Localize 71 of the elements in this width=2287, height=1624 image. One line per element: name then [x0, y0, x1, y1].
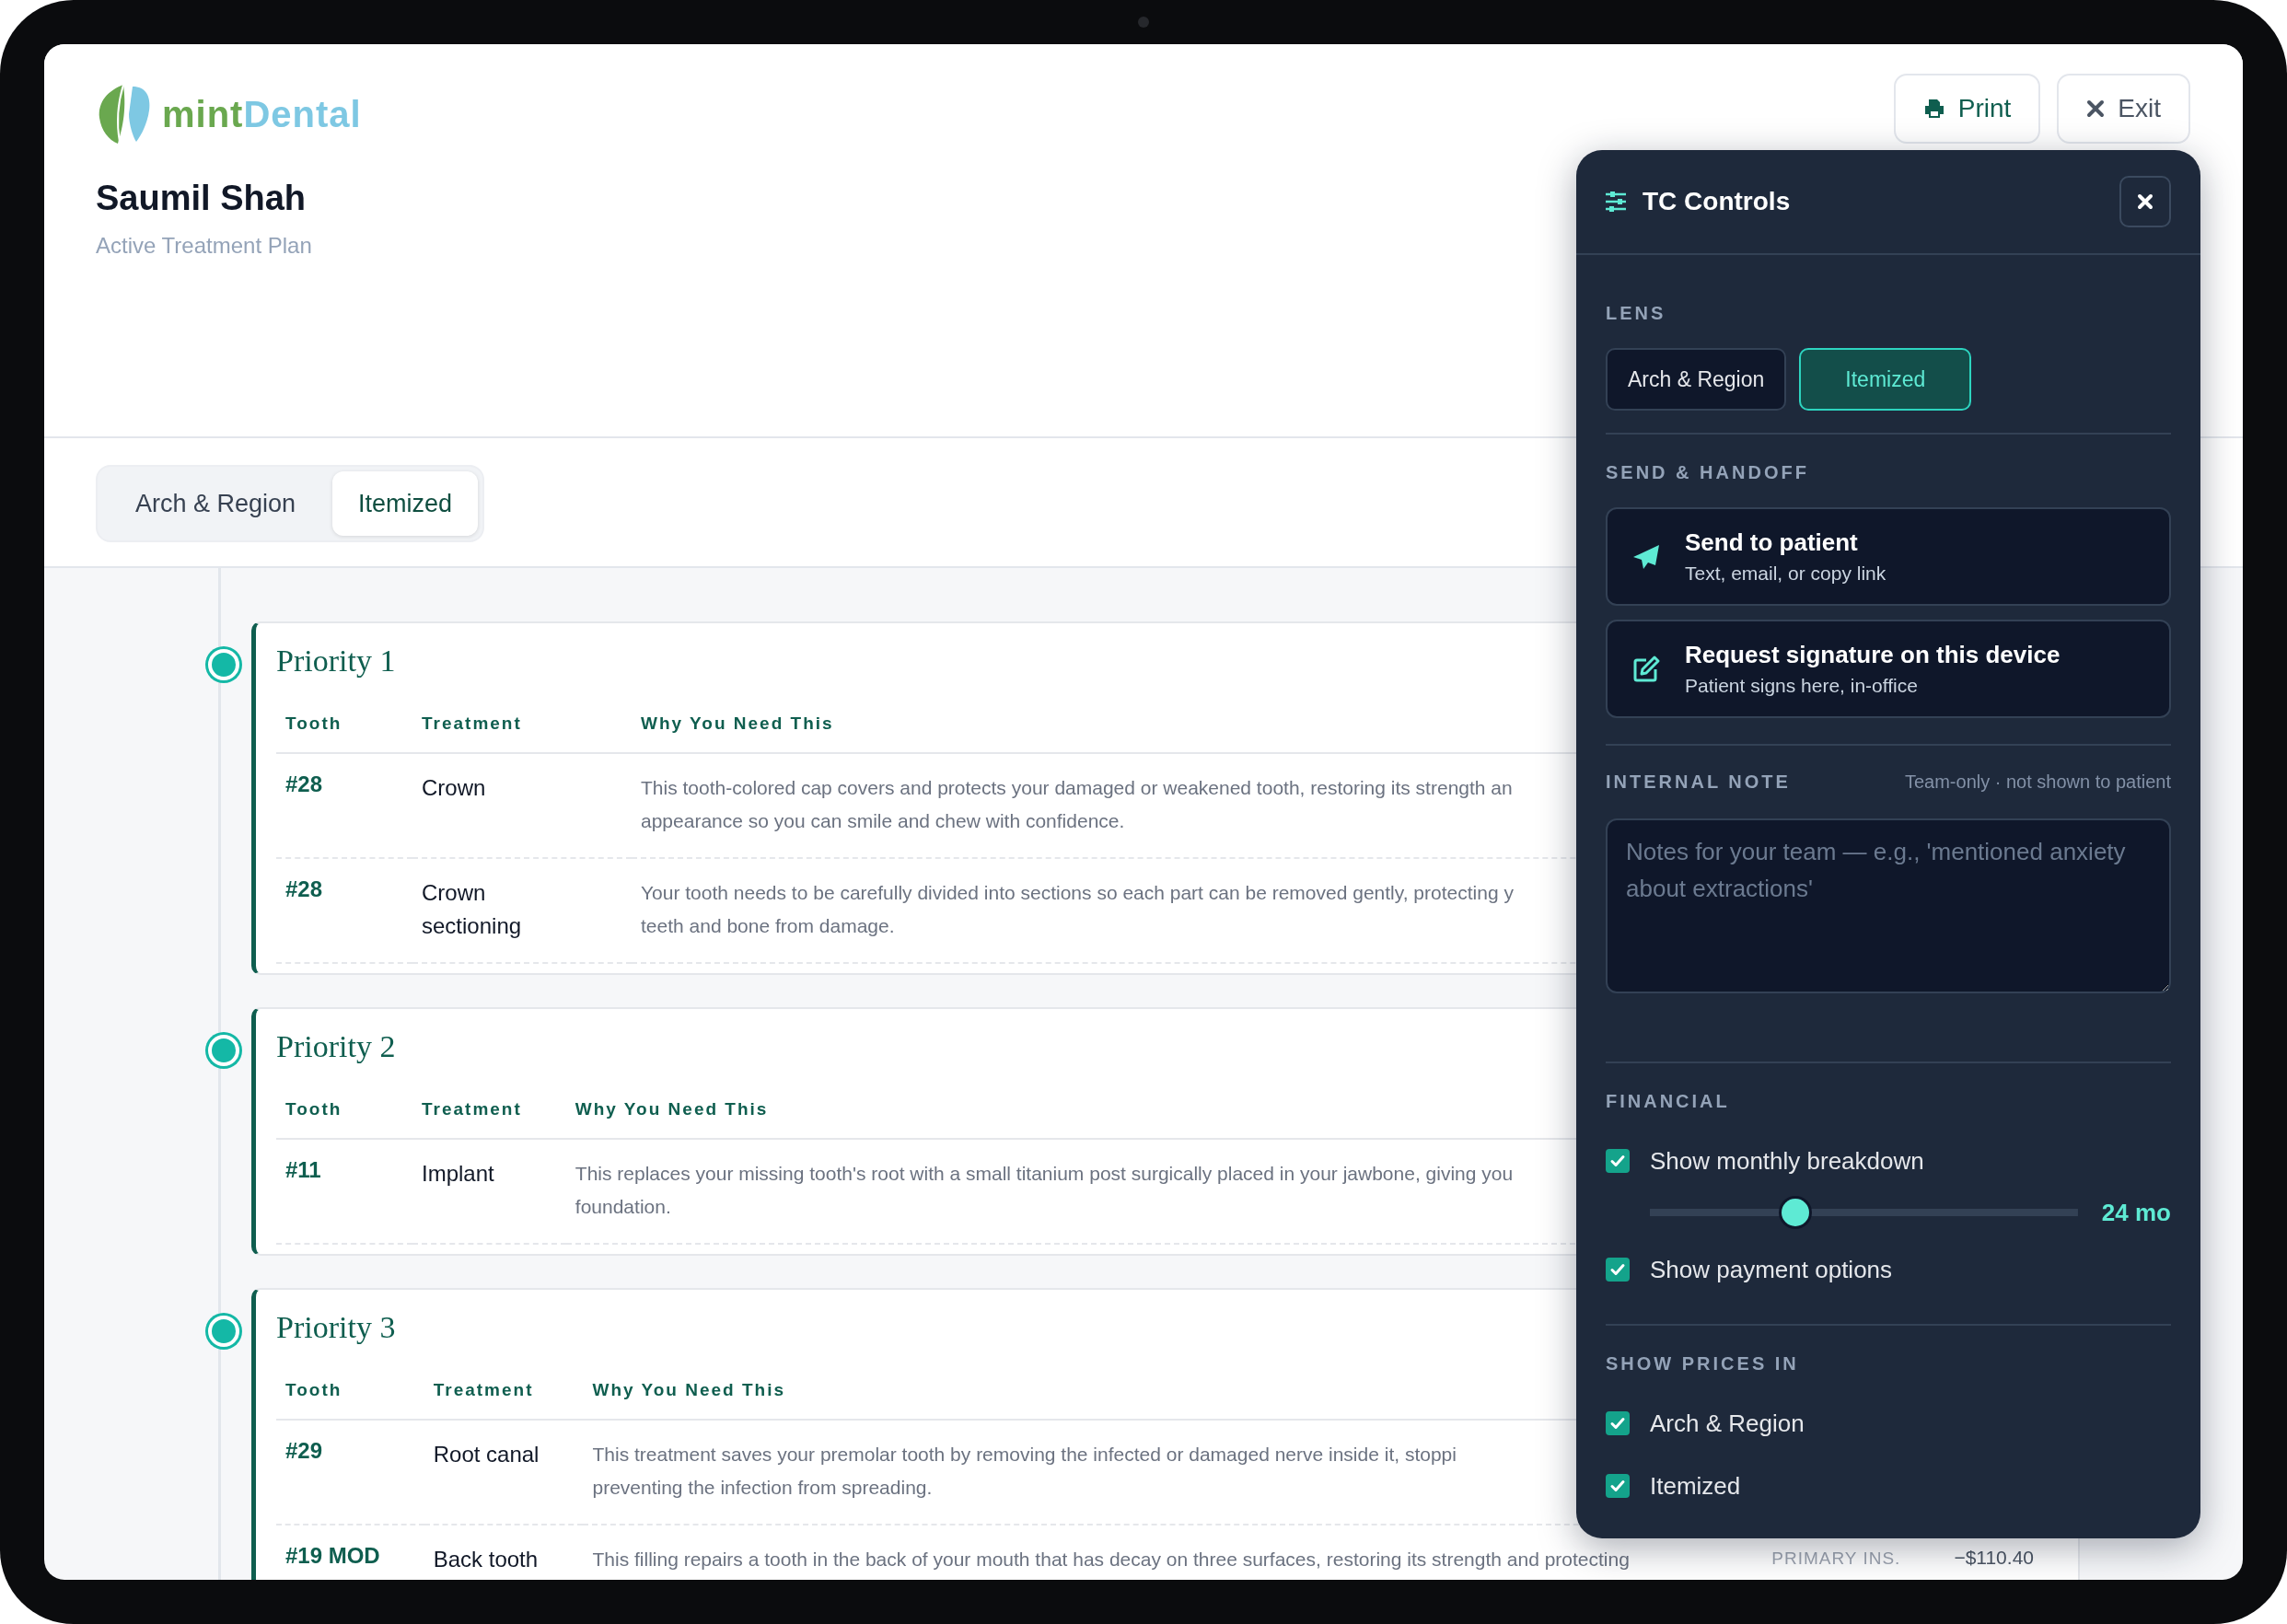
tooth-number: #19 MOD [285, 1543, 380, 1569]
treatment-name: Crown [422, 774, 486, 802]
description-text: This replaces your missing tooth's root with a small titanium post surgically placed in your jawbone, giving you [575, 1162, 1514, 1186]
send-to-patient-button[interactable]: Send to patient Text, email, or copy link [1606, 507, 2171, 606]
description-text: This tooth-colored cap covers and protects your damaged or weakened tooth, restoring its strength an [641, 776, 1513, 800]
action-title: Send to patient [1685, 528, 1859, 557]
timeline-dot [208, 649, 239, 680]
tooth-number: #28 [285, 771, 324, 797]
checkbox[interactable] [1606, 1411, 1630, 1435]
close-button[interactable] [2119, 176, 2171, 227]
request-signature-button[interactable]: Request signature on this device Patient signs here, in-office [1606, 620, 2171, 718]
view-tab[interactable]: Arch & Region [102, 471, 328, 536]
column-header: Treatment [412, 1086, 566, 1139]
checkbox-label: Itemized [1650, 1471, 1741, 1501]
price-label: PRIMARY INS. [1771, 1549, 1901, 1569]
treatment-name: Implant [422, 1160, 494, 1188]
section-label: INTERNAL NOTE [1606, 771, 1791, 793]
plan-subtitle: Active Treatment Plan [96, 233, 313, 259]
checkbox-label: Show payment options [1650, 1255, 1893, 1284]
tooth-number: #28 [285, 876, 324, 902]
treatment-name: Back tooth [433, 1546, 539, 1573]
timeline-dot [208, 1035, 239, 1066]
description-text: teeth and bone from damage. [641, 914, 895, 938]
column-header: Tooth [276, 1367, 424, 1420]
column-header: Treatment [424, 1367, 584, 1420]
description-text: This treatment saves your premolar tooth by removing the infected or damaged nerve inside it, stoppi [592, 1443, 1457, 1467]
close-icon [2086, 99, 2106, 118]
edit-icon [1631, 654, 1661, 684]
action-subtitle: Text, email, or copy link [1685, 563, 1886, 585]
patient-name: Saumil Shah [96, 179, 308, 218]
brand-name: mintDental [162, 93, 362, 135]
checkbox[interactable] [1606, 1474, 1630, 1498]
column-header: Tooth [276, 1086, 412, 1139]
timeline-dot [208, 1316, 239, 1347]
priority-title: Priority 2 [276, 1029, 396, 1064]
priority-title: Priority 3 [276, 1310, 396, 1345]
checkbox[interactable] [1606, 1149, 1630, 1173]
exit-button[interactable]: Exit [2057, 74, 2190, 144]
tooth-number: #29 [285, 1438, 324, 1464]
lens-option[interactable]: Arch & Region [1606, 348, 1787, 411]
description-text: appearance so you can smile and chew with confidence. [641, 809, 1125, 833]
column-header: Tooth [276, 701, 412, 753]
lens-option[interactable]: Itemized [1799, 348, 1972, 411]
treatment-name: Crown sectioning [422, 879, 523, 940]
treatment-name: Root canal [433, 1441, 540, 1468]
description-text: This filling repairs a tooth in the back of your mouth that has decay on three surfaces, restoring its strength and protecting [592, 1548, 1630, 1572]
section-label: SEND & HANDOFF [1606, 462, 1810, 483]
action-title: Request signature on this device [1685, 641, 2061, 669]
priority-title: Priority 1 [276, 644, 396, 679]
action-subtitle: Patient signs here, in-office [1685, 675, 1919, 697]
sliders-icon [1604, 190, 1628, 214]
camera-dot [1138, 17, 1149, 28]
slider-thumb[interactable] [1782, 1199, 1810, 1226]
checkbox-label: Show monthly breakdown [1650, 1146, 1924, 1176]
description-text: preventing the infection from spreading. [592, 1476, 933, 1500]
panel-title: TC Controls [1643, 187, 1791, 216]
note-hint: Team-only · not shown to patient [1904, 771, 2171, 793]
note-field[interactable]: Notes for your team — e.g., 'mentioned anxiety about extractions' [1606, 818, 2171, 993]
printer-icon [1922, 98, 1945, 120]
description-text: Your tooth needs to be carefully divided into sections so each part can be removed gently, protecting y [641, 881, 1514, 905]
description-text: foundation. [575, 1195, 671, 1219]
column-header: Treatment [412, 701, 632, 753]
price-amount: −$110.40 [1954, 1547, 2034, 1569]
tooth-number: #11 [285, 1157, 322, 1183]
checkbox[interactable] [1606, 1258, 1630, 1282]
close-icon [2137, 193, 2153, 210]
view-tab[interactable]: Itemized [332, 471, 479, 536]
section-label: FINANCIAL [1606, 1091, 1731, 1112]
slider-reading: 24 mo [2101, 1198, 2171, 1227]
print-button[interactable]: Print [1893, 74, 2041, 144]
section-label: LENS [1606, 303, 1667, 324]
